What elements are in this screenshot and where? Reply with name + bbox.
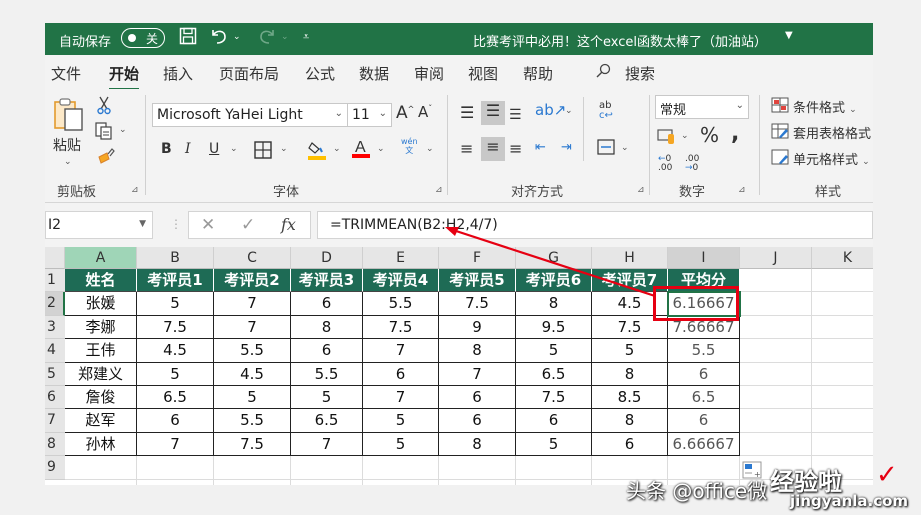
excel-window: 自动保存 关 ⌄ ⌄ ⩡ 比赛考评中必用！这个excel函数太棒了（加油站） ▼…: [45, 23, 873, 485]
watermark-url: jingyanla.com: [790, 492, 909, 510]
annotation-arrow: [445, 227, 656, 298]
watermark-text: 头条 @office微: [626, 479, 768, 503]
checkmark-icon: ✓: [876, 460, 898, 490]
